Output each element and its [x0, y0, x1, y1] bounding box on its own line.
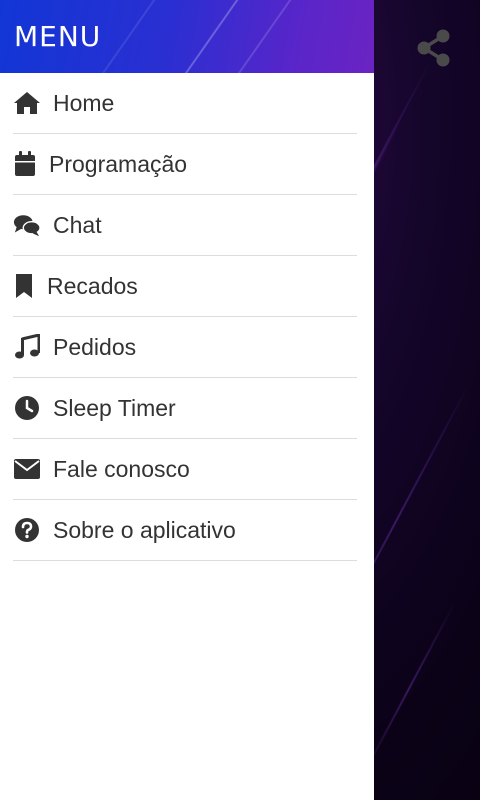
menu-item-label: Recados	[47, 272, 138, 299]
navigation-drawer: MENU Home Programação Chat Recados Pedid…	[0, 0, 374, 800]
music-note-icon	[13, 333, 41, 361]
menu-item-label: Pedidos	[53, 333, 137, 360]
home-icon	[13, 89, 41, 117]
menu-item-programacao[interactable]: Programação	[13, 134, 357, 195]
menu-item-label: Fale conosco	[53, 455, 190, 482]
envelope-icon	[13, 455, 41, 483]
menu-item-fale-conosco[interactable]: Fale conosco	[13, 439, 357, 500]
drawer-header: MENU	[0, 0, 374, 73]
menu-list: Home Programação Chat Recados Pedidos Sl…	[0, 73, 374, 561]
menu-item-label: Sleep Timer	[53, 394, 176, 421]
menu-item-label: Sobre o aplicativo	[53, 516, 236, 543]
menu-item-home[interactable]: Home	[13, 73, 357, 134]
chat-bubbles-icon	[13, 211, 41, 239]
clock-icon	[13, 394, 41, 422]
menu-item-recados[interactable]: Recados	[13, 256, 357, 317]
app-screen: MENU Home Programação Chat Recados Pedid…	[0, 0, 480, 800]
menu-item-sobre[interactable]: Sobre o aplicativo	[13, 500, 357, 561]
bookmark-icon	[13, 272, 35, 300]
menu-item-label: Home	[53, 89, 115, 116]
drawer-title: MENU	[14, 20, 102, 53]
menu-item-label: Programação	[49, 150, 188, 177]
menu-item-chat[interactable]: Chat	[13, 195, 357, 256]
share-icon	[417, 29, 450, 67]
calendar-icon	[13, 150, 37, 178]
share-button[interactable]	[416, 28, 452, 68]
question-circle-icon	[13, 516, 41, 544]
menu-item-label: Chat	[53, 211, 102, 238]
menu-item-sleep-timer[interactable]: Sleep Timer	[13, 378, 357, 439]
menu-item-pedidos[interactable]: Pedidos	[13, 317, 357, 378]
